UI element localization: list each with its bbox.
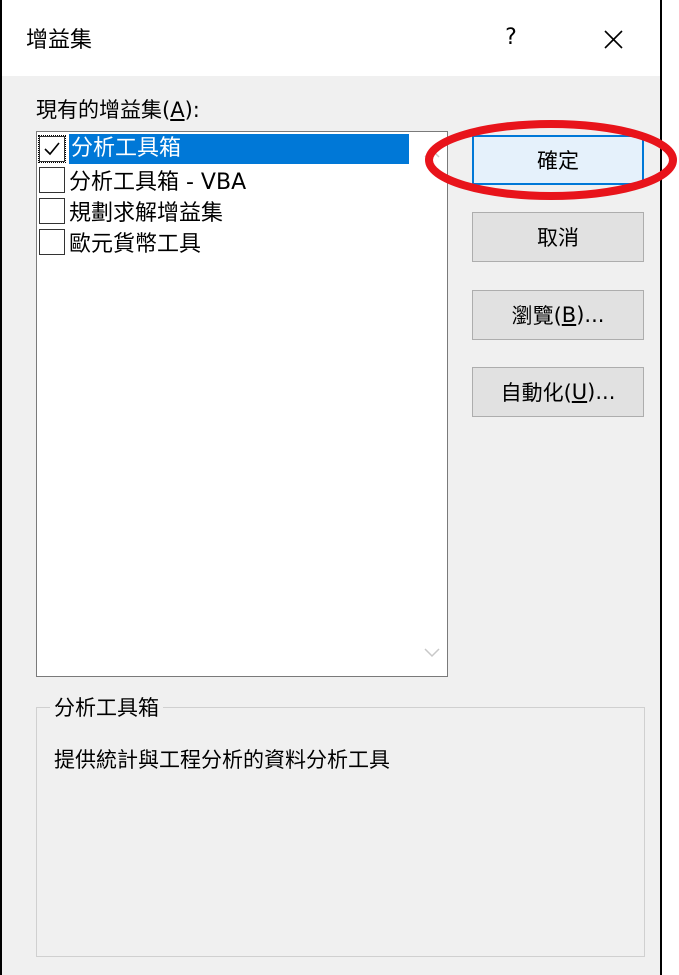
description-group-title: 分析工具箱	[50, 692, 163, 722]
list-item-label: 規劃求解增益集	[69, 201, 224, 226]
title-bar: 增益集 ?	[2, 0, 660, 76]
list-item[interactable]: 歐元貨幣工具	[39, 227, 201, 257]
checkbox-euro-currency[interactable]	[39, 229, 65, 255]
browse-accelerator: B	[561, 303, 577, 327]
scroll-down-button[interactable]	[421, 644, 443, 662]
caption-text: 現有的增益集(	[36, 98, 171, 122]
list-item-label: 歐元貨幣工具	[69, 232, 202, 257]
automation-suffix: )...	[587, 380, 616, 404]
list-item[interactable]: 分析工具箱	[38, 134, 409, 164]
chevron-down-icon	[424, 648, 440, 658]
browse-button[interactable]: 瀏覽(B)...	[472, 290, 644, 340]
dialog-title: 增益集	[26, 28, 93, 53]
chevron-up-icon	[424, 148, 440, 158]
scroll-up-button[interactable]	[421, 144, 443, 162]
close-button[interactable]	[592, 18, 634, 60]
addin-description: 提供統計與工程分析的資料分析工具	[54, 748, 390, 772]
checkbox-analysis-toolpak-vba[interactable]	[39, 167, 65, 193]
list-item[interactable]: 規劃求解增益集	[39, 196, 223, 226]
addins-listbox[interactable]: 分析工具箱 分析工具箱 - VBA 規劃求解增益集 歐元貨幣工具	[36, 131, 448, 677]
addins-dialog: 增益集 ? 現有的增益集(A): 分析工具箱 分析工具箱 - VBA 規劃求解增…	[0, 0, 677, 975]
caption-accelerator: A	[170, 98, 185, 122]
close-icon	[604, 30, 623, 49]
checkmark-icon	[44, 142, 60, 156]
ok-button[interactable]: 確定	[472, 135, 644, 185]
caption-suffix: ):	[184, 98, 200, 122]
automation-accelerator: U	[571, 380, 588, 404]
browse-suffix: )...	[576, 303, 605, 327]
list-item-label: 分析工具箱	[69, 134, 409, 164]
cancel-button[interactable]: 取消	[472, 212, 644, 262]
help-button[interactable]: ?	[496, 18, 526, 58]
list-item-label: 分析工具箱 - VBA	[69, 170, 247, 195]
browse-label: 瀏覽(	[511, 304, 562, 328]
checkbox-solver[interactable]	[39, 198, 65, 224]
addins-list-caption: 現有的增益集(A):	[36, 94, 200, 124]
list-item[interactable]: 分析工具箱 - VBA	[39, 165, 246, 195]
automation-label: 自動化(	[500, 381, 572, 405]
checkbox-analysis-toolpak[interactable]	[38, 135, 66, 163]
automation-button[interactable]: 自動化(U)...	[472, 367, 644, 417]
